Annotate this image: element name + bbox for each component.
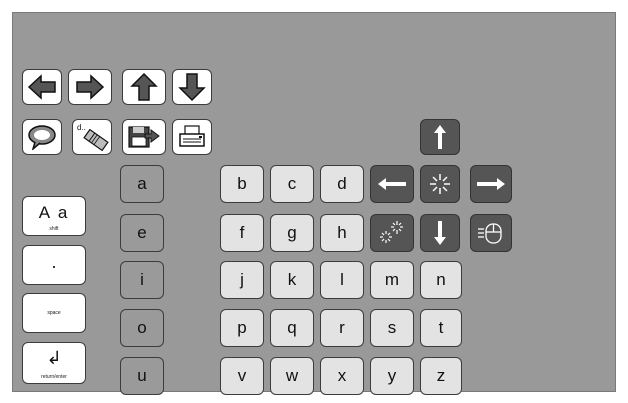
letter-key[interactable]: p (220, 309, 264, 347)
key-label: i (140, 270, 144, 289)
floppy-disk-icon (128, 126, 160, 148)
key-label: s (387, 318, 397, 337)
mouse-drag-icon (478, 223, 502, 244)
letter-key[interactable]: g (270, 214, 314, 252)
vowel-key[interactable]: e (120, 214, 164, 252)
key-label: t (438, 318, 444, 337)
arrow-up-icon (130, 72, 158, 101)
mouse-up-button[interactable] (420, 119, 460, 155)
next-arrow-button[interactable] (68, 69, 112, 105)
clear-button[interactable]: d.. (72, 119, 112, 155)
key-label: j (240, 270, 244, 289)
period-glyph: . (51, 251, 57, 272)
key-label: v (237, 366, 247, 385)
eraser-icon (83, 129, 109, 151)
mouse-double-click-icon (380, 221, 403, 243)
mouse-down-button[interactable] (420, 214, 460, 252)
space-key[interactable]: space (22, 293, 86, 333)
return-glyph: ↲ (46, 348, 62, 369)
key-label: b (237, 174, 247, 193)
letter-key[interactable]: r (320, 309, 364, 347)
vowel-key[interactable]: a (120, 165, 164, 203)
letter-key[interactable]: l (320, 261, 364, 299)
letter-key[interactable]: k (270, 261, 314, 299)
shift-label: shift (49, 226, 59, 232)
letter-key[interactable]: s (370, 309, 414, 347)
letter-key[interactable]: t (420, 309, 462, 347)
arrow-right-icon (76, 74, 105, 100)
letter-key[interactable]: d (320, 165, 364, 203)
mouse-left-icon (378, 178, 406, 190)
shift-key[interactable]: A a shift (22, 196, 86, 236)
key-label: o (137, 318, 147, 337)
down-arrow-button[interactable] (172, 69, 212, 105)
key-label: n (436, 270, 446, 289)
letter-key[interactable]: f (220, 214, 264, 252)
key-label: c (287, 174, 297, 193)
key-label: u (137, 366, 147, 385)
key-label: a (137, 174, 147, 193)
mouse-double-click-button[interactable] (370, 214, 414, 252)
mouse-click-icon (430, 174, 450, 194)
key-label: x (337, 366, 347, 385)
mouse-click-button[interactable] (420, 165, 460, 203)
vowel-key[interactable]: o (120, 309, 164, 347)
letter-key[interactable]: c (270, 165, 314, 203)
vowel-key[interactable]: u (120, 357, 164, 395)
letter-key[interactable]: y (370, 357, 414, 395)
shift-glyph: A a (38, 203, 70, 222)
letter-key[interactable]: x (320, 357, 364, 395)
letter-key[interactable]: h (320, 214, 364, 252)
key-label: d (337, 174, 347, 193)
letter-key[interactable]: z (420, 357, 462, 395)
key-label: q (287, 318, 297, 337)
letter-key[interactable]: w (270, 357, 314, 395)
speak-button[interactable] (22, 119, 62, 155)
mouse-down-icon (434, 221, 446, 245)
key-label: p (237, 318, 247, 337)
key-label: r (339, 318, 345, 337)
vowel-key[interactable]: i (120, 261, 164, 299)
mouse-left-button[interactable] (370, 165, 414, 203)
save-button[interactable] (122, 119, 166, 155)
key-label: f (239, 223, 245, 242)
return-key[interactable]: ↲ return/enter (22, 342, 86, 384)
space-label: space (47, 310, 61, 316)
up-arrow-button[interactable] (122, 69, 166, 105)
period-key[interactable]: . (22, 245, 86, 285)
key-label: h (337, 223, 347, 242)
keyboard-panel: d.. A a shift . space ↲ return/enter a e… (12, 12, 616, 395)
mouse-right-button[interactable] (470, 165, 512, 203)
clear-label: d.. (77, 123, 86, 132)
prev-arrow-button[interactable] (22, 69, 62, 105)
key-label: m (384, 270, 400, 289)
key-label: g (287, 223, 297, 242)
letter-key[interactable]: j (220, 261, 264, 299)
letter-key[interactable]: b (220, 165, 264, 203)
speech-bubble-icon (28, 125, 56, 150)
letter-key[interactable]: m (370, 261, 414, 299)
printer-icon (179, 125, 205, 147)
key-label: l (340, 270, 344, 289)
key-label: k (287, 270, 297, 289)
key-label: y (387, 366, 397, 385)
mouse-up-icon (434, 125, 446, 149)
print-button[interactable] (172, 119, 212, 155)
mouse-right-icon (477, 178, 505, 190)
key-label: w (285, 366, 299, 385)
arrow-down-icon (178, 73, 206, 102)
mouse-drag-button[interactable] (470, 214, 512, 252)
key-label: z (436, 366, 446, 385)
return-label: return/enter (41, 374, 67, 380)
letter-key[interactable]: q (270, 309, 314, 347)
letter-key[interactable]: v (220, 357, 264, 395)
key-label: e (137, 223, 147, 242)
arrow-left-icon (27, 74, 56, 100)
letter-key[interactable]: n (420, 261, 462, 299)
